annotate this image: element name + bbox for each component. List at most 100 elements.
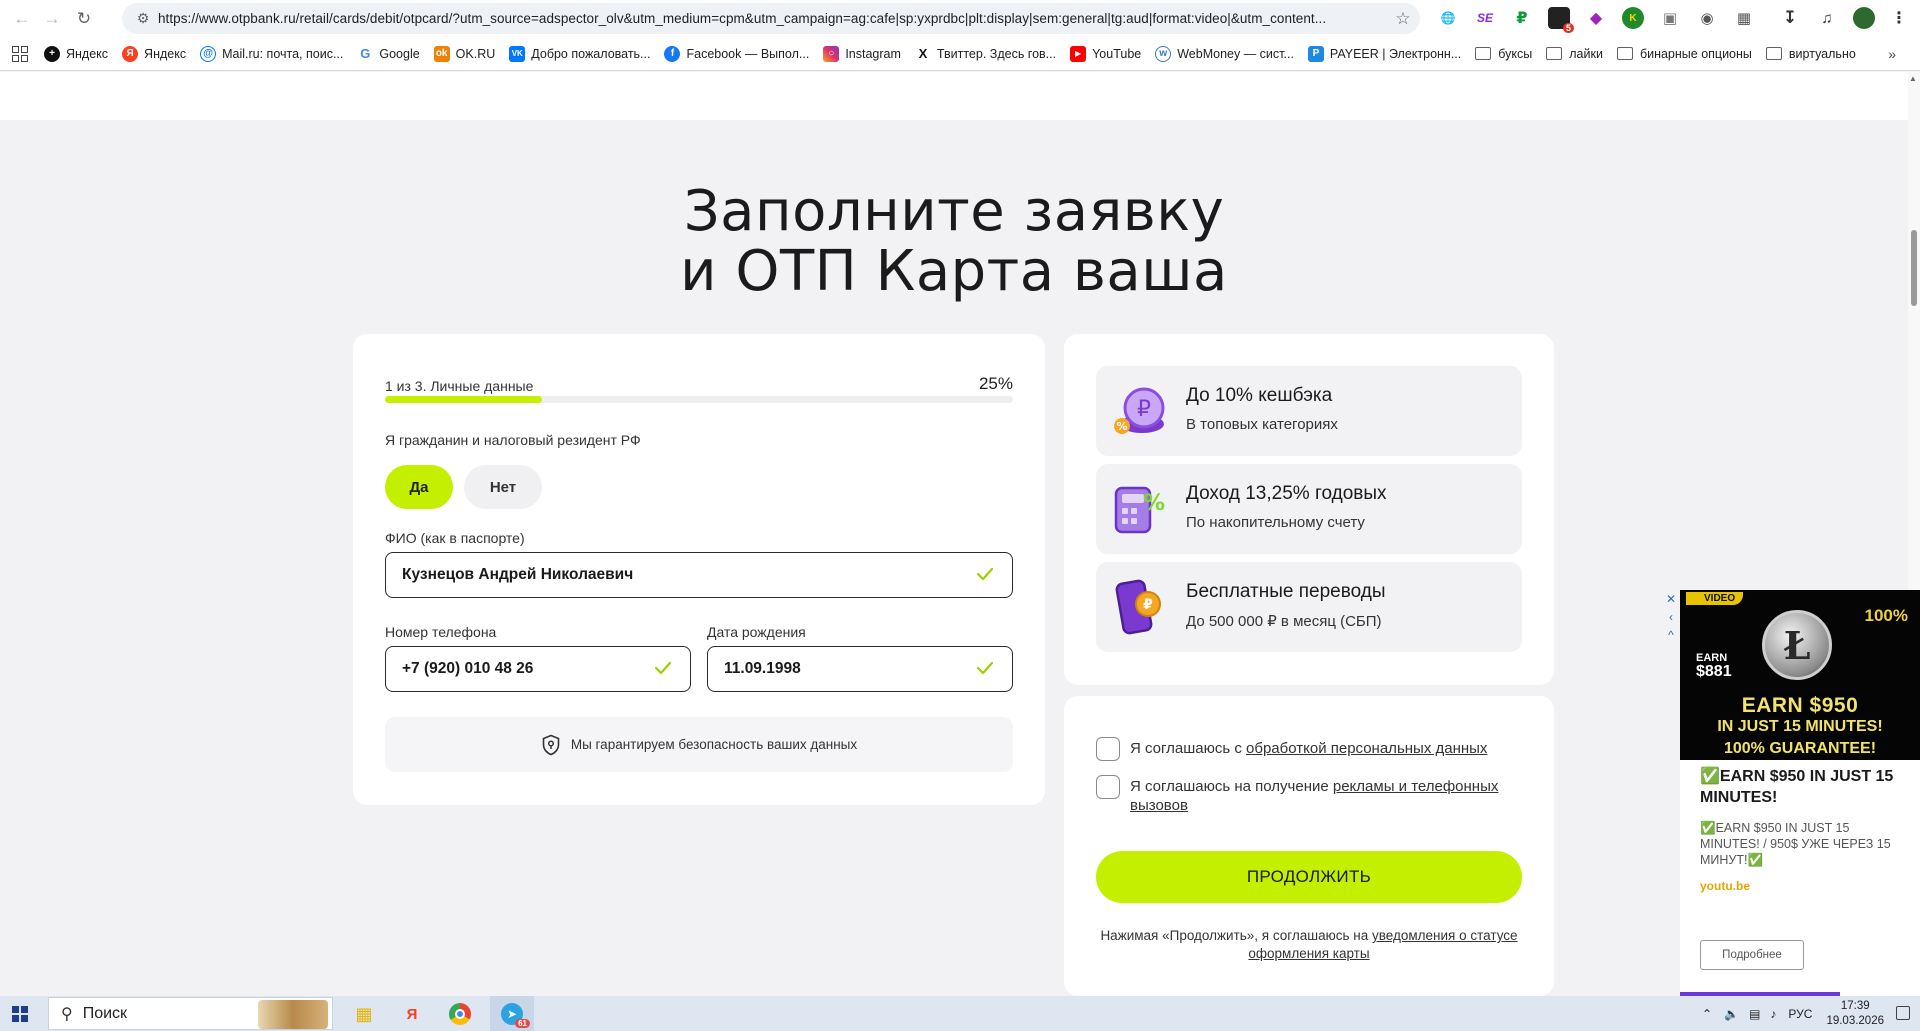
benefit-income: % Доход 13,25% годовых По накопительному… [1096, 464, 1522, 554]
volume-icon[interactable]: ♪ [1770, 1007, 1776, 1021]
ad-domain[interactable]: youtu.be [1700, 879, 1750, 893]
calculator-percent-icon: % [1114, 486, 1165, 534]
translate-icon[interactable]: 🌐 [1437, 7, 1459, 29]
security-notice: Мы гарантируем безопасность ваших данных [385, 717, 1013, 772]
telegram-icon[interactable]: ➤ 61 [490, 996, 534, 1031]
network-icon[interactable]: ▤ [1749, 1007, 1760, 1021]
phone-field[interactable]: +7 (920) 010 48 26 [385, 646, 691, 692]
svg-text:%: % [1116, 420, 1127, 433]
benefit-subtitle: По накопительному счету [1186, 514, 1365, 531]
bookmark-okru[interactable]: ok OK.RU [433, 45, 495, 62]
consent-personal-data: Я соглашаюсь с обработкой персональных д… [1096, 737, 1487, 761]
url-text[interactable]: https://www.otpbank.ru/retail/cards/debi… [158, 11, 1386, 26]
extension-badge: 5 [1562, 23, 1574, 33]
ad-collapse-icon[interactable]: ‹ [1663, 610, 1679, 628]
benefit-title: Доход 13,25% годовых [1186, 483, 1387, 504]
fine-print-text: Нажимая «Продолжить», я соглашаюсь на [1100, 928, 1373, 943]
bookmark-instagram[interactable]: ○ Instagram [823, 45, 901, 62]
ad-banner-image[interactable]: VIDEO 100% Ł EARN $881 EARN $950 IN JUST … [1680, 590, 1920, 760]
bookmark-star-icon[interactable]: ☆ [1386, 9, 1420, 29]
google-icon: G [357, 45, 374, 62]
svg-text:₽: ₽ [1143, 597, 1153, 613]
ad-up-icon[interactable]: ^ [1663, 628, 1679, 646]
bookmark-google[interactable]: G Google [357, 45, 420, 62]
bookmark-folder-buksy[interactable]: буксы [1475, 47, 1532, 61]
continue-button[interactable]: ПРОДОЛЖИТЬ [1096, 851, 1522, 903]
mailru-icon: @ [200, 45, 217, 62]
apps-grid-icon[interactable] [12, 45, 28, 62]
resident-yes-button[interactable]: Да [385, 465, 453, 509]
media-icon[interactable]: ♫ [1816, 7, 1838, 29]
bookmark-vk[interactable]: VK Добро пожаловать... [509, 45, 650, 62]
notifications-icon[interactable] [1896, 1006, 1910, 1020]
ad-popup[interactable]: VIDEO 100% Ł EARN $881 EARN $950 IN JUST … [1680, 590, 1920, 996]
language-indicator[interactable]: РУС [1788, 1007, 1812, 1021]
scroll-up-icon[interactable]: ▲ [1909, 74, 1917, 83]
litecoin-icon: Ł [1762, 610, 1832, 680]
consent-advertising: Я соглашаюсь на получение рекламы и теле… [1096, 775, 1520, 815]
ad-banner-percent: 100% [1864, 606, 1908, 625]
reload-icon[interactable]: ↻ [70, 5, 98, 33]
resident-question: Я гражданин и налоговый резидент РФ [385, 432, 641, 448]
forward-icon[interactable]: → [38, 5, 66, 33]
check-icon [976, 661, 994, 675]
bookmark-yandex-1[interactable]: + Яндекс [44, 45, 108, 62]
birthdate-field[interactable]: 11.09.1998 [707, 646, 1013, 692]
fine-print: Нажимая «Продолжить», я соглашаюсь на ув… [1096, 927, 1522, 963]
file-explorer-icon[interactable]: ▦ [350, 1000, 378, 1028]
se-extension-icon[interactable]: SE [1474, 7, 1496, 29]
bookmark-webmoney[interactable]: w WebMoney — сист... [1155, 45, 1294, 62]
clock[interactable]: 17:39 19.03.2026 [1826, 999, 1884, 1029]
page-header-strip [0, 72, 1908, 120]
bookmark-youtube[interactable]: ▶ YouTube [1070, 45, 1141, 62]
ad-title[interactable]: ✅EARN $950 IN JUST 15 MINUTES! [1700, 766, 1910, 808]
consent-advertising-checkbox[interactable] [1096, 775, 1120, 799]
chrome-icon[interactable] [446, 1000, 474, 1028]
cube-extension-icon[interactable]: ▣ [1659, 7, 1681, 29]
gem-extension-icon[interactable]: ◆ [1585, 7, 1607, 29]
ok-icon: ok [433, 45, 450, 62]
bookmark-facebook[interactable]: f Facebook — Выпол... [664, 45, 809, 62]
resident-no-button[interactable]: Нет [464, 465, 542, 509]
bookmark-twitter[interactable]: X Твиттер. Здесь гов... [914, 45, 1056, 62]
menu-dots-icon[interactable]: ⋮ [1888, 7, 1910, 29]
back-icon[interactable]: ← [8, 5, 36, 33]
profile-avatar[interactable] [1853, 7, 1875, 29]
speaker-icon[interactable]: 🔈 [1724, 1007, 1739, 1021]
ad-more-button[interactable]: Подробнее [1700, 940, 1804, 970]
benefit-title: Бесплатные переводы [1186, 581, 1386, 602]
consent-text: Я соглашаюсь с [1130, 740, 1247, 757]
system-tray: ⌃ 🔈 ▤ ♪ РУС 17:39 19.03.2026 [1702, 996, 1920, 1031]
calendar-extension-icon[interactable]: 5 [1548, 7, 1574, 33]
scrollbar-thumb[interactable] [1911, 230, 1917, 306]
yandex-icon: Я [122, 45, 139, 62]
ad-close-icon[interactable]: ✕ [1663, 592, 1679, 610]
ad-video-tag: VIDEO [1686, 592, 1744, 605]
search-icon: ⚲ [61, 1005, 73, 1023]
ruble-extension-icon[interactable]: ₽ [1511, 7, 1533, 29]
windows-start-icon[interactable] [12, 1006, 28, 1022]
bookmark-folder-virtual[interactable]: виртуально [1765, 47, 1856, 61]
green-extension-icon[interactable]: K [1622, 7, 1644, 29]
more-bookmarks-icon[interactable]: » [1888, 46, 1896, 62]
bookmark-folder-laiki[interactable]: лайки [1546, 47, 1603, 61]
bookmark-yandex-2[interactable]: Я Яндекс [122, 45, 186, 62]
tray-chevron-icon[interactable]: ⌃ [1702, 1007, 1712, 1021]
personal-data-link[interactable]: обработкой персональных данных [1246, 740, 1487, 757]
shield-extension-icon[interactable]: ◉ [1696, 7, 1718, 29]
fio-field[interactable]: Кузнецов Андрей Николаевич [385, 552, 1013, 598]
extensions-puzzle-icon[interactable]: ▦ [1733, 7, 1755, 29]
yandex-browser-icon[interactable]: Я [398, 1000, 426, 1028]
consent-personal-data-checkbox[interactable] [1096, 737, 1120, 761]
bookmark-mailru[interactable]: @ Mail.ru: почта, поис... [200, 45, 343, 62]
shield-icon [542, 734, 560, 755]
windows-taskbar: ⚲ Поиск ▦ Я ➤ 61 ⌃ 🔈 ▤ ♪ РУС 17:39 19.03… [0, 996, 1920, 1031]
download-icon[interactable]: ↧ [1779, 7, 1801, 29]
site-settings-icon[interactable]: ⚙ [128, 10, 158, 27]
headline-line-1: Заполните заявку [683, 179, 1225, 244]
bookmark-folder-binary[interactable]: бинарные опционы [1616, 47, 1752, 61]
folder-icon [1475, 47, 1492, 60]
bookmark-payeer[interactable]: P PAYEER | Электронн... [1307, 45, 1461, 62]
taskbar-search[interactable]: ⚲ Поиск [48, 997, 333, 1030]
address-bar[interactable]: ⚙ https://www.otpbank.ru/retail/cards/de… [122, 3, 1420, 34]
